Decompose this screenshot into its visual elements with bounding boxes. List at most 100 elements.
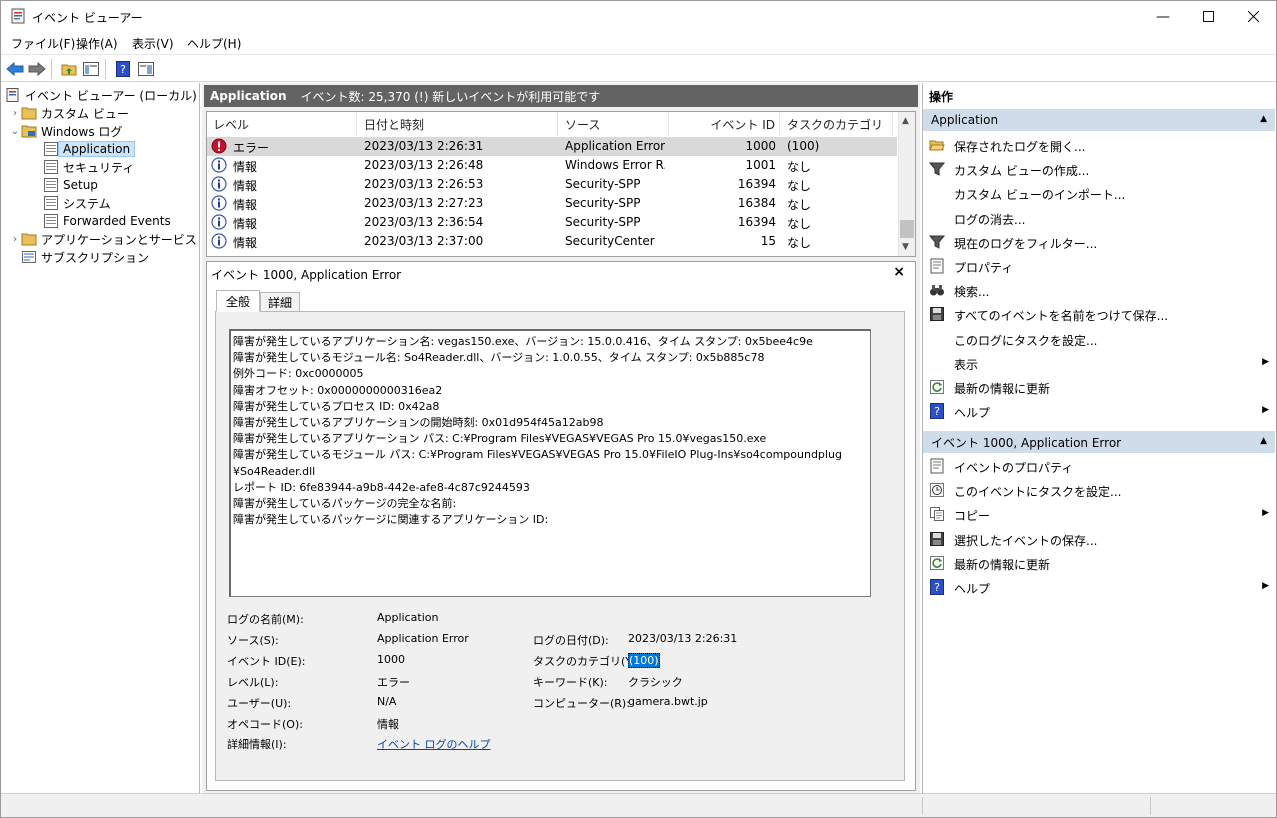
log-icon [44,160,58,174]
collapse-icon[interactable]: ▲ [1260,114,1267,124]
event-row[interactable]: 情報 2023/03/13 2:36:54 Security-SPP 16394 なし [207,213,897,232]
action-item[interactable]: すべてのイベントを名前をつけて保存... [923,303,1275,325]
cell-date: 2023/03/13 2:27:23 [364,196,484,210]
log-header-title: Application [210,89,287,103]
event-row[interactable]: 情報 2023/03/13 2:26:53 Security-SPP 16394 なし [207,175,897,194]
cell-task: なし [787,236,812,250]
level-value: エラー [377,676,410,689]
action-item[interactable]: 最新の情報に更新 [923,552,1275,574]
tree-windows-logs[interactable]: ⌄ Windows ログ [9,122,123,140]
action-item[interactable]: 現在のログをフィルター... [923,231,1275,253]
action-label: ログの消去... [954,212,1026,227]
close-button[interactable] [1230,1,1276,32]
tab-details[interactable]: 詳細 [260,292,300,312]
column-date[interactable]: 日付と時刻 ^ [358,112,558,136]
svg-text:?: ? [934,581,940,594]
log-header-info: イベント数: 25,370 (!) 新しいイベントが利用可能です [300,89,601,104]
tree-root[interactable]: イベント ビューアー (ローカル) [5,86,197,104]
cell-source: Application Error [565,139,665,153]
event-list-scrollbar[interactable]: ▲ ▼ [898,112,915,256]
show-tree-button[interactable] [81,59,101,79]
action-item[interactable]: カスタム ビューのインポート... [923,182,1275,204]
tree-subscriptions-label: サブスクリプション [41,250,150,265]
menu-file[interactable]: ファイル(F) [11,35,75,52]
close-detail-icon[interactable]: × [893,264,905,280]
source-value: Application Error [377,632,469,645]
tree-log-label: Setup [63,178,98,192]
scroll-up-icon[interactable]: ▲ [902,116,909,126]
cell-id: 1000 [745,139,776,153]
event-description[interactable]: 障害が発生しているアプリケーション名: vegas150.exe、バージョン: … [229,329,871,597]
scroll-thumb[interactable] [900,220,914,238]
action-item[interactable]: 表示 ▶ [923,352,1275,374]
open-folder-button[interactable] [59,59,79,79]
column-source[interactable]: ソース [559,112,669,136]
show-action-pane-button[interactable] [136,59,156,79]
action-item[interactable]: コピー ▶ [923,503,1275,525]
scroll-down-icon[interactable]: ▼ [902,242,909,252]
minimize-button[interactable]: — [1140,1,1186,32]
action-item[interactable]: ? ヘルプ ▶ [923,576,1275,598]
action-label: イベントのプロパティ [954,461,1074,475]
tree-subscriptions[interactable]: サブスクリプション [21,248,149,266]
save-icon [930,531,944,546]
event-row[interactable]: 情報 2023/03/13 2:37:00 SecurityCenter 15 なし [207,232,897,251]
action-item[interactable]: このログにタスクを設定... [923,328,1275,350]
general-tab-panel: 障害が発生しているアプリケーション名: vegas150.exe、バージョン: … [215,311,905,781]
tree-log-application[interactable]: Application [43,140,136,158]
maximize-button[interactable] [1185,1,1231,32]
task-category-label: タスクのカテゴリ(Y): [533,655,641,668]
tree-log-forwarded[interactable]: Forwarded Events [43,212,171,230]
help-button[interactable]: ? [113,59,133,79]
event-row[interactable]: 情報 2023/03/13 2:26:48 Windows Error R... 10… [207,156,897,175]
cell-level: 情報 [233,198,258,212]
chevron-right-icon[interactable]: › [9,108,21,119]
action-item[interactable]: イベントのプロパティ [923,455,1275,477]
menu-action[interactable]: 操作(A) [76,35,118,52]
action-item[interactable]: カスタム ビューの作成... [923,158,1275,180]
menu-view[interactable]: 表示(V) [132,35,174,52]
tree-apps-services[interactable]: › アプリケーションとサービス ログ [9,230,225,248]
actions-section-event[interactable]: イベント 1000, Application Error ▲ [923,431,1275,453]
action-item[interactable]: 選択したイベントの保存... [923,528,1275,550]
cell-source: Security-SPP [565,215,641,229]
actions-section-application[interactable]: Application ▲ [923,109,1275,131]
action-item[interactable]: ? ヘルプ ▶ [923,400,1275,422]
properties-icon [930,458,944,474]
chevron-right-icon[interactable]: › [9,234,21,245]
actions-header: 操作 [929,89,954,104]
tree-log-security[interactable]: セキュリティ [43,158,134,176]
event-log-help-link[interactable]: イベント ログのヘルプ [377,736,491,752]
action-item[interactable]: 保存されたログを開く... [923,134,1275,156]
action-item[interactable]: プロパティ [923,255,1275,277]
level-label: レベル(L): [227,676,279,689]
tree-custom-views[interactable]: › カスタム ビュー [9,104,129,122]
event-row[interactable]: エラー 2023/03/13 2:26:31 Application Error 10… [207,137,897,156]
column-task[interactable]: タスクのカテゴリ [781,112,893,136]
column-event-id[interactable]: イベント ID [670,112,780,136]
action-item[interactable]: ログの消去... [923,207,1275,229]
binoculars-icon [930,285,944,296]
action-item[interactable]: このイベントにタスクを設定... [923,479,1275,501]
menu-help[interactable]: ヘルプ(H) [187,35,241,52]
action-item[interactable]: 検索... [923,279,1275,301]
event-row[interactable]: 情報 2023/03/13 2:27:23 Security-SPP 16384 なし [207,194,897,213]
action-item[interactable]: 最新の情報に更新 [923,376,1275,398]
chevron-down-icon[interactable]: ⌄ [9,126,21,137]
folder-open-icon [929,140,945,151]
forward-button[interactable] [27,59,47,79]
column-level[interactable]: レベル [207,112,357,136]
tree-custom-views-label: カスタム ビュー [41,106,129,121]
collapse-icon[interactable]: ▲ [1260,436,1267,446]
action-label: カスタム ビューのインポート... [954,188,1126,203]
title-bar: イベント ビューアー — [1,1,1276,32]
info-icon [211,157,227,173]
actions-section-title: Application [931,113,999,127]
tab-general[interactable]: 全般 [216,290,260,312]
tree-log-setup[interactable]: Setup [43,176,98,194]
event-viewer-icon [6,88,19,102]
cell-level: 情報 [233,217,258,231]
tree-log-system[interactable]: システム [43,194,111,212]
task-category-value[interactable]: (100) [628,653,660,668]
back-button[interactable] [5,59,25,79]
